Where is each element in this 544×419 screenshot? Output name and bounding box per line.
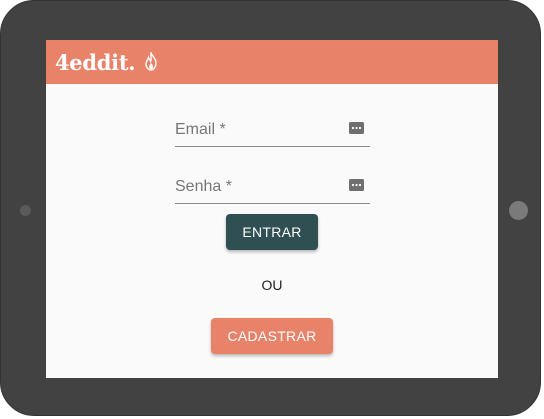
- signup-button[interactable]: CADASTRAR: [211, 318, 333, 354]
- logo-text: 4eddit.: [55, 50, 136, 75]
- password-dots-icon: [349, 122, 364, 134]
- password-input[interactable]: [175, 173, 345, 201]
- password-dots-icon: [349, 179, 364, 191]
- app-screen: 4eddit. Email * Senha * ENTRAR OU CADAST…: [46, 40, 498, 378]
- app-logo[interactable]: 4eddit.: [55, 50, 157, 76]
- email-field[interactable]: Email *: [175, 116, 370, 147]
- home-button[interactable]: [509, 201, 528, 220]
- front-camera: [20, 205, 31, 216]
- app-bar: 4eddit.: [46, 40, 498, 84]
- login-button[interactable]: ENTRAR: [226, 214, 318, 250]
- email-input[interactable]: [175, 116, 345, 144]
- or-divider: OU: [261, 277, 283, 293]
- password-field[interactable]: Senha *: [175, 173, 370, 204]
- flame-icon: [145, 52, 157, 71]
